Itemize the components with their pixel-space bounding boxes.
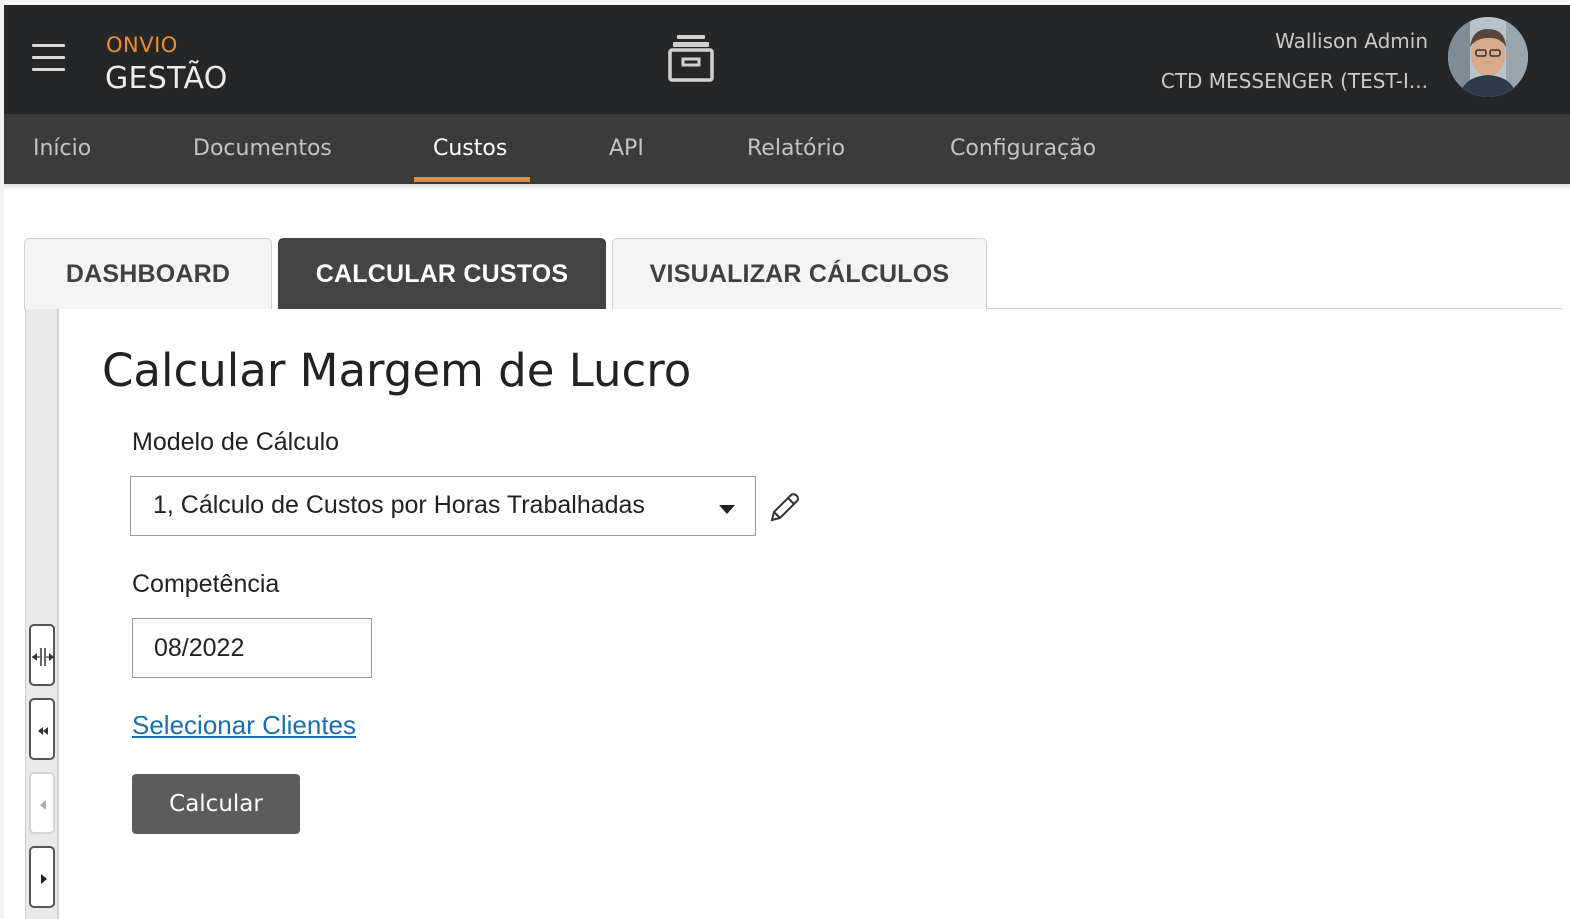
app-window: ONVIO GESTÃO Wallison Admin CTD MESSENGE… — [0, 0, 1570, 919]
calculate-button[interactable]: Calcular — [132, 774, 300, 834]
tab-visualizar-calculos[interactable]: VISUALIZAR CÁLCULOS — [612, 238, 987, 309]
arrow-right-icon[interactable] — [29, 846, 55, 908]
nav-item-documentos[interactable]: Documentos — [193, 114, 332, 184]
calculation-model-value: 1, Cálculo de Custos por Horas Trabalhad… — [153, 491, 645, 519]
calculation-model-select[interactable]: 1, Cálculo de Custos por Horas Trabalhad… — [130, 476, 756, 536]
nav-shadow — [4, 184, 1570, 190]
model-label: Modelo de Cálculo — [132, 428, 340, 456]
user-organization[interactable]: CTD MESSENGER (TEST-I... — [1161, 69, 1428, 93]
hamburger-menu-icon[interactable] — [32, 41, 68, 75]
edit-pencil-icon[interactable] — [766, 490, 802, 526]
nav-item-custos[interactable]: Custos — [433, 114, 507, 184]
archive-box-icon[interactable] — [668, 34, 714, 82]
brand-module-name: GESTÃO — [105, 61, 228, 96]
select-clients-link[interactable]: Selecionar Clientes — [132, 710, 356, 741]
main-nav: Início Documentos Custos API Relatório C… — [4, 114, 1570, 184]
user-name[interactable]: Wallison Admin — [1275, 29, 1428, 53]
nav-item-api[interactable]: API — [609, 114, 644, 184]
brand-product-name: ONVIO — [106, 33, 178, 57]
top-header: ONVIO GESTÃO Wallison Admin CTD MESSENGE… — [4, 5, 1570, 114]
competencia-label: Competência — [132, 570, 280, 598]
tab-dashboard[interactable]: DASHBOARD — [24, 238, 272, 309]
nav-item-inicio[interactable]: Início — [33, 114, 91, 184]
chevron-down-icon — [719, 505, 735, 514]
nav-item-configuracao[interactable]: Configuração — [950, 114, 1096, 184]
collapse-double-left-icon[interactable] — [29, 698, 55, 760]
nav-item-relatorio[interactable]: Relatório — [747, 114, 845, 184]
arrow-left-icon[interactable] — [29, 772, 55, 834]
tab-baseline — [986, 308, 1562, 309]
active-nav-indicator — [414, 177, 530, 182]
resize-handle-icon[interactable] — [29, 624, 55, 686]
avatar-photo — [1448, 17, 1528, 97]
user-avatar[interactable] — [1448, 17, 1528, 97]
competencia-input[interactable] — [132, 618, 372, 678]
tab-calcular-custos[interactable]: CALCULAR CUSTOS — [278, 238, 606, 309]
page-title: Calcular Margem de Lucro — [102, 344, 692, 397]
